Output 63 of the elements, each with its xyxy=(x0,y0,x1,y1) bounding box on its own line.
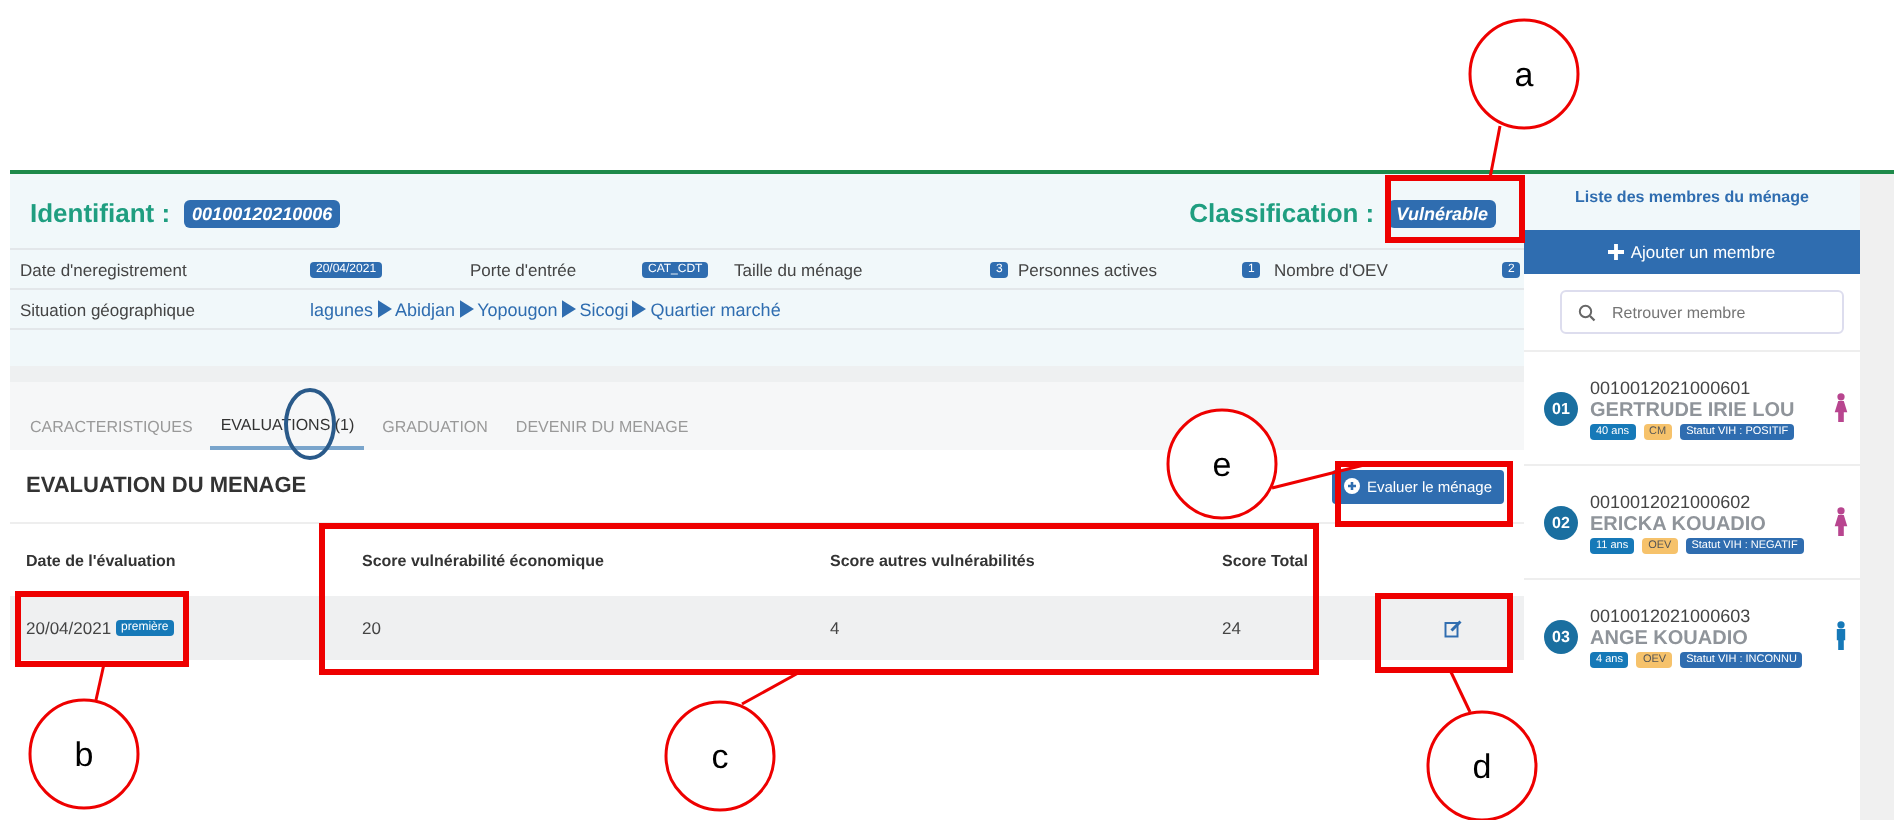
column-header: Score autres vulnérabilités xyxy=(828,551,1037,569)
plus-icon xyxy=(1608,244,1625,260)
tab[interactable]: DEVENIR DU MENAGE xyxy=(505,406,699,450)
identifier-badge: 00100120210006 xyxy=(184,199,341,227)
arrow-icon xyxy=(561,300,576,318)
column-header: Score vulnérabilité économique xyxy=(360,551,606,569)
leader-line xyxy=(94,663,106,701)
field-label: Personnes actives xyxy=(1018,259,1157,279)
arrow-icon xyxy=(632,300,647,318)
table-cell-text: 4 xyxy=(828,618,842,638)
column-header: Score Total xyxy=(1220,551,1310,569)
callout-label: e xyxy=(1212,446,1232,484)
table-cell-text: 20 xyxy=(360,618,383,638)
leader-line xyxy=(1271,462,1369,490)
search-field[interactable]: Retrouver membre xyxy=(1560,290,1844,334)
tab[interactable]: CARACTERISTIQUES xyxy=(20,406,203,450)
member-id: 0010012021000602 xyxy=(1590,491,1751,511)
leader-line xyxy=(741,670,801,706)
callout-circle xyxy=(664,700,776,812)
member-id: 0010012021000603 xyxy=(1590,605,1751,625)
callout-circle xyxy=(28,698,140,810)
member-number-badge: 02 xyxy=(1544,505,1578,539)
identifier-label: Identifiant : xyxy=(30,198,171,228)
plus-circle-icon xyxy=(1344,478,1361,494)
leader-line xyxy=(1488,125,1502,179)
edit-icon[interactable] xyxy=(1444,619,1462,637)
field-label: Nombre d'OEV xyxy=(1274,259,1388,279)
field-label: Situation géographique xyxy=(20,299,195,319)
member-number-badge: 01 xyxy=(1544,391,1578,425)
search-input[interactable]: Retrouver membre xyxy=(1608,301,1836,323)
classification-label: Classification : xyxy=(1189,198,1375,228)
tab[interactable]: GRADUATION xyxy=(372,406,498,450)
member-name[interactable]: ERICKA KOUADIO xyxy=(1590,513,1766,535)
callout-circle xyxy=(1468,18,1580,130)
callout-label: b xyxy=(74,736,94,774)
location-link[interactable]: Quartier marché xyxy=(650,299,781,319)
location-link[interactable]: Sicogi xyxy=(579,299,629,319)
section-title: EVALUATION DU MENAGE xyxy=(26,474,307,498)
callout-label: c xyxy=(711,738,729,776)
callout-label: a xyxy=(1514,56,1534,94)
classification-badge: Vulnérable xyxy=(1388,199,1496,227)
highlight-box xyxy=(1375,593,1513,673)
location-link[interactable]: Yopougon xyxy=(477,299,558,319)
leader-line xyxy=(1448,669,1472,713)
member-number-badge: 03 xyxy=(1544,619,1578,653)
member-name[interactable]: GERTRUDE IRIE LOU xyxy=(1590,399,1795,421)
arrow-icon xyxy=(459,300,474,318)
sidebar-title: Liste des membres du ménage xyxy=(1524,174,1860,230)
add-member-button[interactable]: Ajouter un membre xyxy=(1524,230,1860,274)
callout-label: d xyxy=(1472,748,1492,786)
field-label: Taille du ménage xyxy=(734,259,863,279)
arrow-icon xyxy=(377,300,392,318)
search-icon xyxy=(1578,303,1596,321)
location-link[interactable]: lagunes xyxy=(310,299,374,319)
table-cell-text: 24 xyxy=(1220,618,1243,638)
field-label: Date d'neregistrement xyxy=(20,259,187,279)
member-id: 0010012021000601 xyxy=(1590,377,1751,397)
highlight-box xyxy=(1385,175,1525,243)
field-label: Porte d'entrée xyxy=(470,259,577,279)
member-name[interactable]: ANGE KOUADIO xyxy=(1590,627,1748,649)
column-header: Date de l'évaluation xyxy=(24,551,178,569)
location-link[interactable]: Abidjan xyxy=(395,299,456,319)
table-cell: 20/04/2021 xyxy=(26,618,112,638)
